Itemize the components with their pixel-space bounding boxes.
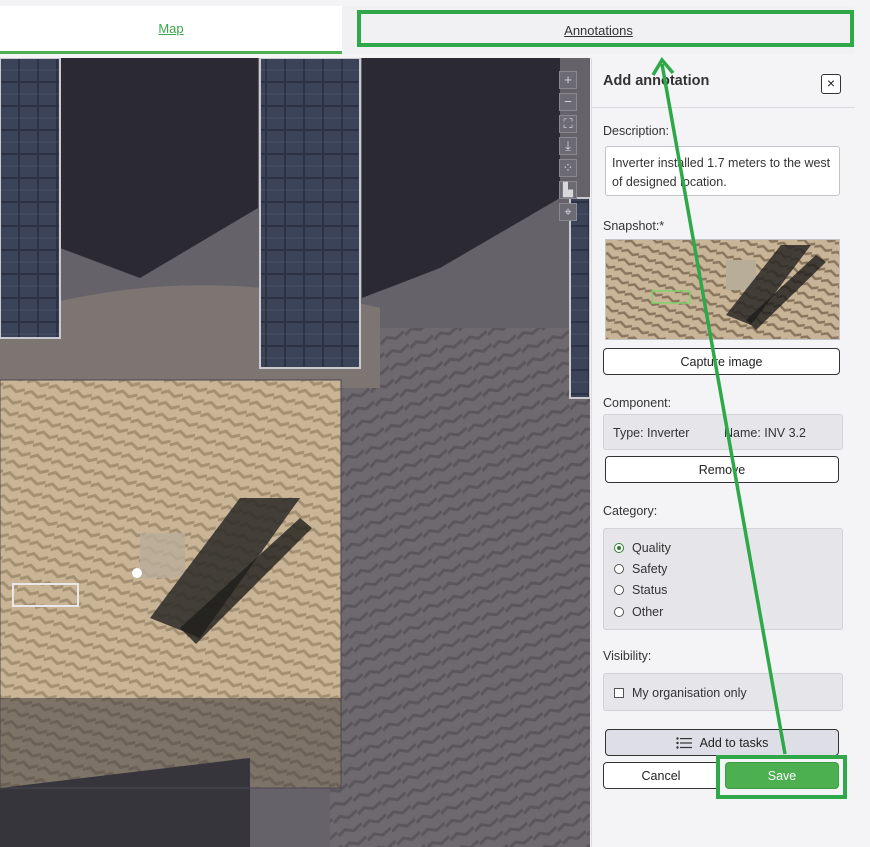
add-to-tasks-button[interactable]: Add to tasks [605, 729, 839, 756]
close-icon[interactable]: × [821, 74, 841, 94]
visibility-label: Visibility: [603, 649, 652, 663]
category-other-label: Other [632, 605, 664, 619]
panel-header: Add annotation × [592, 58, 855, 108]
add-annotation-panel: Add annotation × Description: Inverter i… [591, 58, 855, 847]
measure-icon[interactable]: ▙ [559, 181, 577, 199]
add-to-tasks-label: Add to tasks [699, 735, 769, 750]
visibility-option-label: My organisation only [632, 686, 747, 700]
radio-safety[interactable] [614, 564, 624, 574]
capture-image-button[interactable]: Capture image [603, 348, 840, 375]
component-label: Component: [603, 396, 672, 410]
component-type: Type: Inverter [613, 426, 690, 440]
category-box: Quality Safety Status Other [603, 528, 843, 630]
zoom-out-icon[interactable]: − [559, 93, 577, 111]
list-icon [675, 736, 692, 749]
description-input[interactable]: Inverter installed 1.7 meters to the wes… [605, 146, 840, 196]
layers-icon[interactable]: ⁘ [559, 159, 577, 177]
visibility-checkbox[interactable] [614, 688, 624, 698]
visibility-option[interactable]: My organisation only [614, 686, 747, 700]
visibility-box: My organisation only [603, 673, 843, 711]
save-button[interactable]: Save [725, 762, 839, 789]
zoom-in-icon[interactable]: + [559, 71, 577, 89]
cancel-button[interactable]: Cancel [603, 762, 719, 789]
download-icon[interactable]: ⤓ [559, 137, 577, 155]
radio-quality[interactable] [614, 543, 624, 553]
component-box: Type: Inverter Name: INV 3.2 [603, 414, 843, 450]
category-quality-label: Quality [632, 541, 671, 555]
category-option-safety[interactable]: Safety [614, 562, 667, 576]
app-root: Map Annotations + − ⛶ ⤓ ⁘ ▙ ⌖ Add annota… [0, 0, 870, 847]
aerial-map[interactable] [0, 58, 590, 847]
description-label: Description: [603, 124, 669, 138]
tab-bar: Map Annotations [0, 6, 855, 54]
category-option-status[interactable]: Status [614, 583, 667, 597]
map-controls: + − ⛶ ⤓ ⁘ ▙ ⌖ [559, 71, 579, 225]
locate-icon[interactable]: ⌖ [559, 203, 577, 221]
category-option-quality[interactable]: Quality [614, 541, 671, 555]
radio-status[interactable] [614, 585, 624, 595]
fullscreen-icon[interactable]: ⛶ [559, 115, 577, 133]
component-name: Name: INV 3.2 [724, 426, 806, 440]
aerial-map-image [0, 58, 590, 847]
snapshot-preview [605, 239, 840, 340]
tab-annotations[interactable]: Annotations [342, 6, 855, 54]
category-option-other[interactable]: Other [614, 605, 663, 619]
radio-other[interactable] [614, 607, 624, 617]
category-status-label: Status [632, 583, 668, 597]
remove-component-button[interactable]: Remove [605, 456, 839, 483]
snapshot-label: Snapshot:* [603, 219, 665, 233]
category-label: Category: [603, 504, 658, 518]
tab-map[interactable]: Map [0, 6, 342, 54]
category-safety-label: Safety [632, 562, 668, 576]
panel-title: Add annotation [603, 73, 710, 89]
